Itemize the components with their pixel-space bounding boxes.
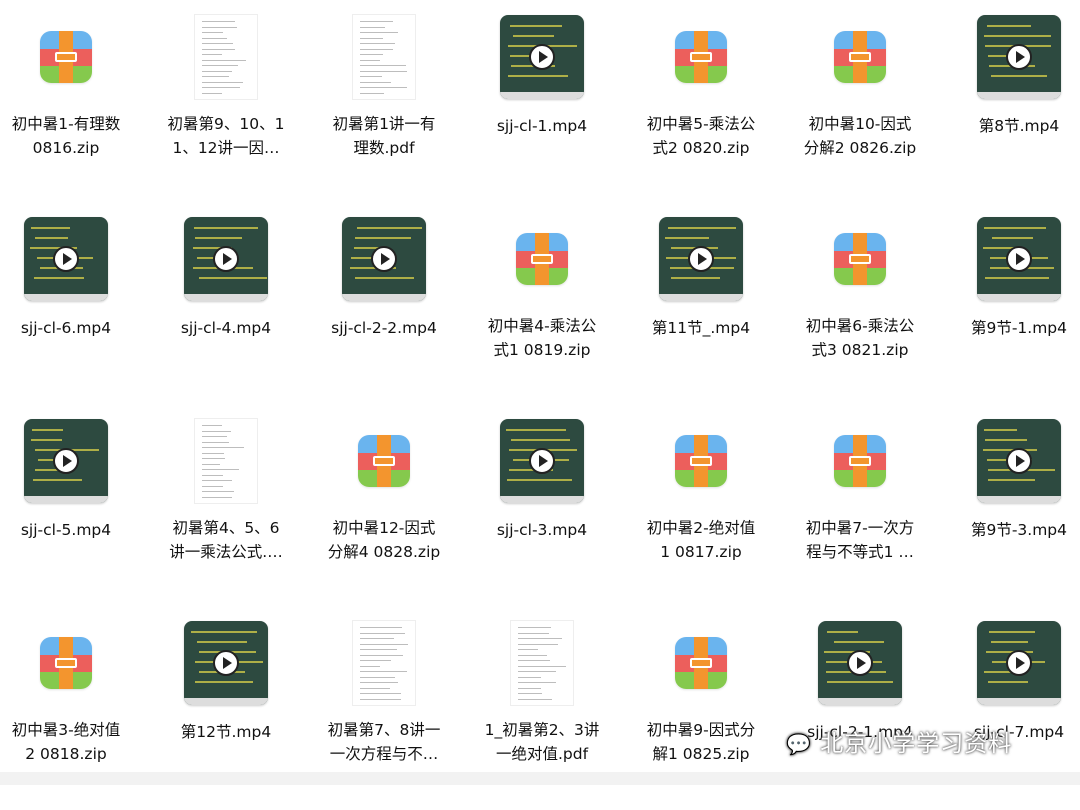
file-name: 初中暑9-因式分 解1 0825.zip [646,721,756,763]
file-item[interactable]: 初中暑12-因式 分解4 0828.zip [305,418,463,608]
wechat-icon: 💬 [786,732,812,756]
file-name: sjj-cl-5.mp4 [20,521,112,539]
zip-archive-icon [23,14,109,100]
file-name: sjj-cl-3.mp4 [496,521,588,539]
play-icon [53,246,79,272]
play-icon [53,448,79,474]
file-item[interactable]: sjj-cl-4.mp4 [147,216,305,406]
file-name: 初中暑4-乘法公 式1 0819.zip [487,317,597,359]
video-thumbnail [499,418,585,504]
zip-archive-icon [23,620,109,706]
file-item[interactable]: 第11节_.mp4 [622,216,780,406]
document-thumbnail [341,620,427,706]
file-name: 第12节.mp4 [180,723,272,741]
file-item[interactable]: 初暑第9、10、1 1、12讲一因… [147,14,305,204]
video-thumbnail [183,216,269,302]
zip-archive-icon [658,620,744,706]
file-name: sjj-cl-4.mp4 [180,319,272,337]
file-name: 初暑第7、8讲一 一次方程与不… [327,721,441,763]
document-thumbnail [183,14,269,100]
file-item[interactable]: sjj-cl-6.mp4 [0,216,145,406]
file-item[interactable]: 初中暑7-一次方 程与不等式1 … [781,418,939,608]
video-thumbnail [23,216,109,302]
document-thumbnail [341,14,427,100]
zip-archive-icon [658,418,744,504]
video-thumbnail [976,216,1062,302]
video-thumbnail [976,14,1062,100]
play-icon [213,650,239,676]
video-thumbnail [499,14,585,100]
file-name: 初暑第1讲一有 理数.pdf [332,115,436,157]
play-icon [213,246,239,272]
video-thumbnail [817,620,903,706]
document-thumbnail [499,620,585,706]
file-item[interactable]: sjj-cl-2-2.mp4 [305,216,463,406]
file-item[interactable]: sjj-cl-3.mp4 [463,418,621,608]
file-item[interactable]: 初中暑2-绝对值 1 0817.zip [622,418,780,608]
file-item[interactable]: sjj-cl-1.mp4 [463,14,621,204]
file-item[interactable]: 初中暑4-乘法公 式1 0819.zip [463,216,621,406]
file-name: 初中暑12-因式 分解4 0828.zip [327,519,441,561]
zip-archive-icon [817,418,903,504]
file-name: 初中暑5-乘法公 式2 0820.zip [646,115,756,157]
play-icon [529,448,555,474]
bottom-edge [0,772,1080,785]
file-item[interactable]: 初中暑5-乘法公 式2 0820.zip [622,14,780,204]
zip-archive-icon [499,216,585,302]
file-name: 初中暑1-有理数 0816.zip [11,115,121,157]
file-name: 初中暑6-乘法公 式3 0821.zip [805,317,915,359]
file-name: 初中暑3-绝对值 2 0818.zip [11,721,121,763]
file-name: 初暑第9、10、1 1、12讲一因… [167,115,285,157]
file-name: 初中暑7-一次方 程与不等式1 … [805,519,915,561]
video-thumbnail [183,620,269,706]
file-item[interactable]: 初中暑6-乘法公 式3 0821.zip [781,216,939,406]
play-icon [1006,246,1032,272]
file-name: 初中暑10-因式 分解2 0826.zip [803,115,917,157]
video-thumbnail [341,216,427,302]
file-name: 第8节.mp4 [978,117,1060,135]
file-item[interactable]: sjj-cl-5.mp4 [0,418,145,608]
play-icon [1006,448,1032,474]
file-name: 初中暑2-绝对值 1 0817.zip [646,519,756,561]
play-icon [1006,650,1032,676]
zip-archive-icon [341,418,427,504]
play-icon [529,44,555,70]
file-item[interactable]: 初暑第1讲一有 理数.pdf [305,14,463,204]
play-icon [847,650,873,676]
file-name: 第9节-3.mp4 [970,521,1068,539]
file-grid: 初中暑1-有理数 0816.zip 初暑第9、10、1 1、12讲一因… 初暑第1讲一有… [0,0,1080,785]
file-name: 初暑第4、5、6 讲一乘法公式.… [169,519,283,561]
file-item[interactable]: 初暑第4、5、6 讲一乘法公式.… [147,418,305,608]
video-thumbnail [23,418,109,504]
file-name: sjj-cl-1.mp4 [496,117,588,135]
play-icon [1006,44,1032,70]
file-name: sjj-cl-2-2.mp4 [331,319,437,337]
play-icon [371,246,397,272]
file-name: 1_初暑第2、3讲 一绝对值.pdf [484,721,600,763]
file-item[interactable]: 第8节.mp4 [940,14,1080,204]
watermark-text: 北京小学学习资料 [820,731,1013,757]
zip-archive-icon [817,216,903,302]
zip-archive-icon [817,14,903,100]
file-name: 第9节-1.mp4 [970,319,1068,337]
zip-archive-icon [658,14,744,100]
file-item[interactable]: 初中暑1-有理数 0816.zip [0,14,145,204]
video-thumbnail [976,620,1062,706]
video-thumbnail [976,418,1062,504]
video-thumbnail [658,216,744,302]
file-item[interactable]: 第9节-1.mp4 [940,216,1080,406]
file-item[interactable]: 初中暑10-因式 分解2 0826.zip [781,14,939,204]
document-thumbnail [183,418,269,504]
file-name: 第11节_.mp4 [651,319,751,337]
file-item[interactable]: 第9节-3.mp4 [940,418,1080,608]
file-name: sjj-cl-6.mp4 [20,319,112,337]
watermark: 💬 北京小学学习资料 [786,724,1012,758]
play-icon [688,246,714,272]
